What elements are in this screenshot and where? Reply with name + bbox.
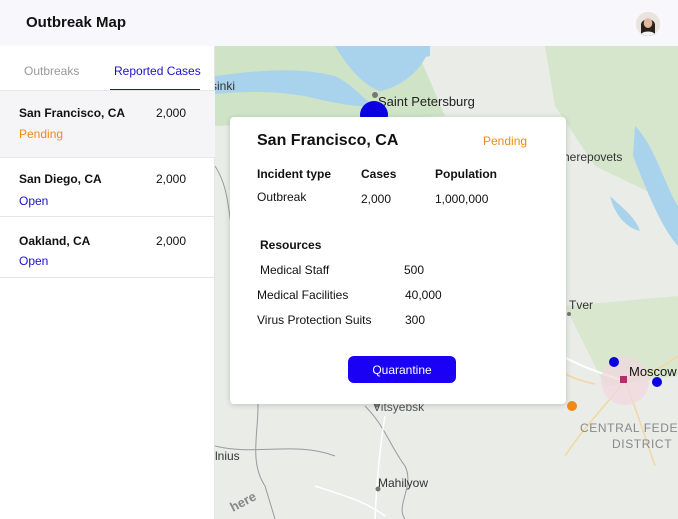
resource-value: 500 — [404, 263, 425, 277]
map-label-tver: Tver — [569, 298, 593, 312]
case-status: Open — [19, 254, 49, 268]
user-avatar[interactable] — [636, 12, 660, 36]
outbreak-marker-open[interactable] — [652, 377, 662, 387]
moscow-capital-marker — [620, 376, 627, 383]
resource-value: 40,000 — [405, 288, 442, 302]
incident-type-value: Outbreak — [257, 190, 307, 204]
popup-title: San Francisco, CA — [257, 132, 399, 149]
avatar-icon — [636, 12, 660, 36]
popup-status-badge: Pending — [483, 134, 528, 148]
sidebar-tabs: Outbreaks Reported Cases — [0, 46, 215, 92]
case-name: San Francisco, CA — [19, 106, 126, 120]
map-label-mahilyow: Mahilyow — [378, 476, 428, 490]
map-label-central-federal: CENTRAL FEDE — [580, 421, 678, 435]
case-status: Pending — [19, 127, 64, 141]
resource-name: Medical Facilities — [257, 288, 349, 302]
resources-title: Resources — [260, 238, 322, 252]
map-label-district: DISTRICT — [612, 437, 672, 451]
incident-type-header: Incident type — [257, 167, 332, 181]
case-count: 2,000 — [156, 234, 187, 248]
cases-value: 2,000 — [361, 192, 392, 206]
map-label-saint-petersburg: Saint Petersburg — [378, 94, 475, 109]
resource-value: 300 — [405, 313, 426, 327]
outbreak-marker-open[interactable] — [609, 357, 619, 367]
case-name: San Diego, CA — [19, 172, 102, 186]
case-list-item[interactable]: Oakland, CA 2,000 Open — [0, 216, 215, 278]
resource-name: Virus Protection Suits — [257, 313, 372, 327]
case-name: Oakland, CA — [19, 234, 91, 248]
case-count: 2,000 — [156, 172, 187, 186]
case-list-item[interactable]: San Francisco, CA 2,000 Pending — [0, 90, 215, 157]
map-label-moscow: Moscow — [629, 364, 677, 379]
population-value: 1,000,000 — [435, 192, 489, 206]
case-status: Open — [19, 194, 49, 208]
tab-outbreaks[interactable]: Outbreaks — [24, 64, 79, 78]
app-header: Outbreak Map — [0, 0, 678, 46]
quarantine-button[interactable]: Quarantine — [348, 356, 456, 383]
case-detail-popup: San Francisco, CA Pending Incident type … — [230, 117, 566, 404]
outbreak-marker-pending[interactable] — [567, 401, 577, 411]
population-header: Population — [435, 167, 497, 181]
map-label-cherepovets: herepovets — [563, 150, 622, 164]
tab-reported-cases[interactable]: Reported Cases — [114, 64, 201, 78]
cases-header: Cases — [361, 167, 397, 181]
resource-name: Medical Staff — [260, 263, 330, 277]
sidebar: Outbreaks Reported Cases San Francisco, … — [0, 46, 215, 519]
app-title: Outbreak Map — [26, 14, 127, 31]
map-label-sinki: sinki — [215, 79, 235, 93]
case-count: 2,000 — [156, 106, 187, 120]
map-label-vilnius: lnius — [215, 449, 240, 463]
city-dot — [567, 312, 571, 316]
case-list-item[interactable]: San Diego, CA 2,000 Open — [0, 157, 215, 216]
